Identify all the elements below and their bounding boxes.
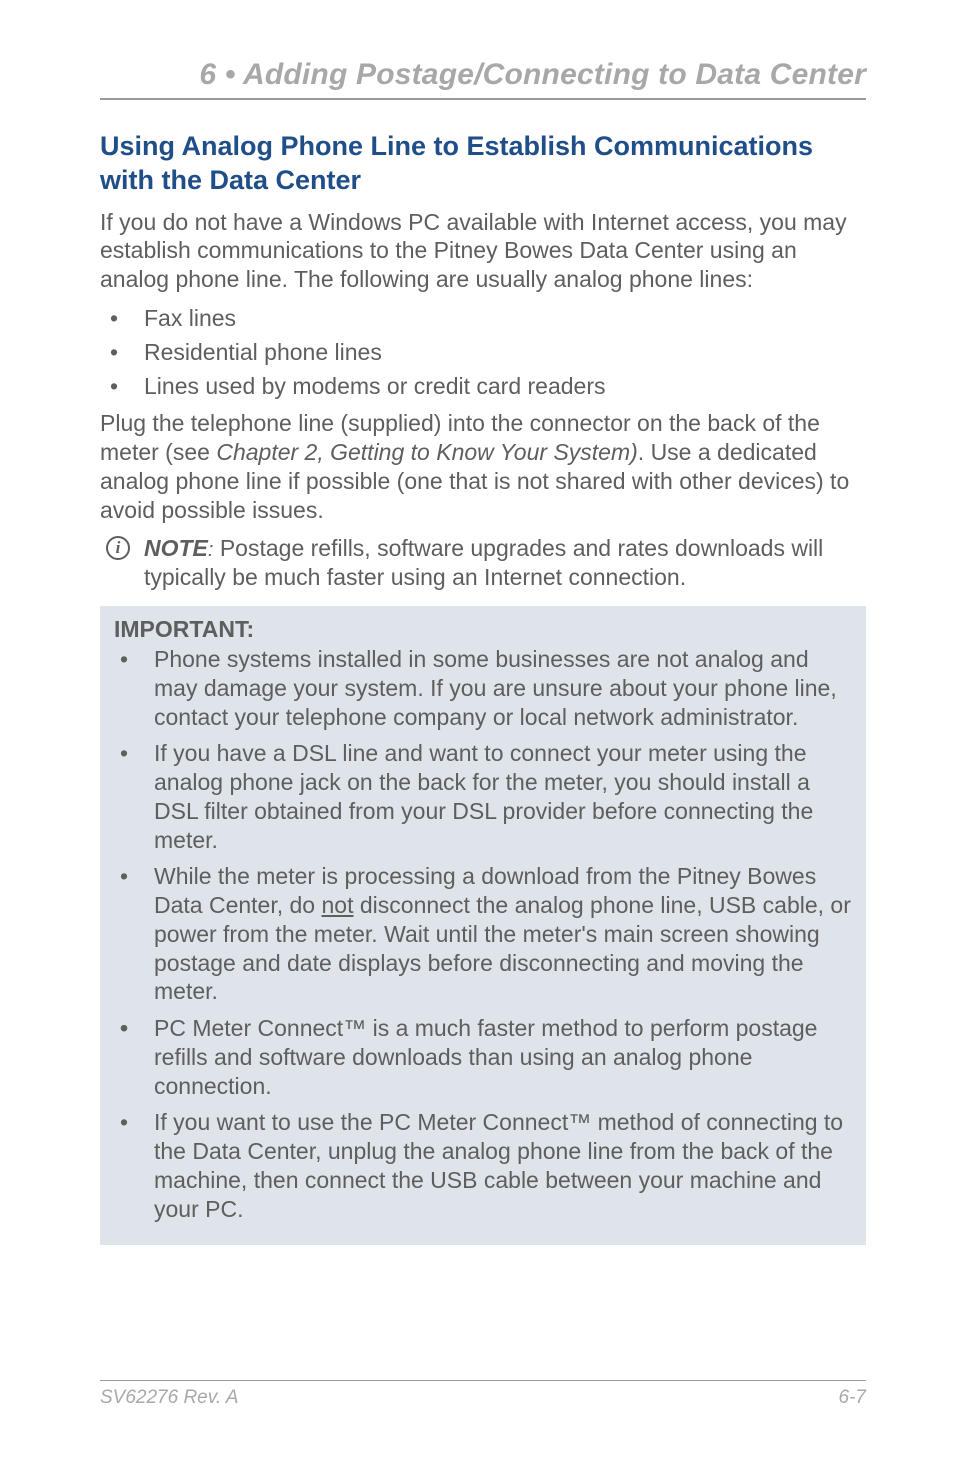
list-item: • PC Meter Connect™ is a much faster meth…	[114, 1014, 852, 1100]
analog-lines-list: • Fax lines • Residential phone lines • Lin…	[100, 304, 866, 402]
chapter-title: 6 • Adding Postage/Connecting to Data Ce…	[100, 58, 866, 92]
list-item-label: Fax lines	[144, 305, 236, 331]
list-item-label: While the meter is processing a download…	[154, 863, 851, 1004]
note-text: NOTE: Postage refills, software upgrades…	[144, 535, 823, 590]
note-block: i NOTE: Postage refills, software upgrad…	[100, 534, 866, 592]
bullet-dot: •	[110, 372, 118, 402]
important-heading: IMPORTANT:	[114, 616, 852, 643]
note-label: NOTE	[144, 535, 208, 561]
list-item-label: If you have a DSL line and want to conne…	[154, 740, 813, 852]
list-item-label: PC Meter Connect™ is a much faster metho…	[154, 1015, 817, 1099]
list-item: • Phone systems installed in some busines…	[114, 645, 852, 731]
chapter-reference: Chapter 2, Getting to Know Your System)	[216, 439, 637, 465]
bullet-dot: •	[120, 1014, 128, 1043]
list-item: • If you have a DSL line and want to conn…	[114, 739, 852, 854]
list-item: • Lines used by modems or credit card rea…	[100, 372, 866, 402]
plug-paragraph: Plug the telephone line (supplied) into …	[100, 409, 866, 524]
list-item: • While the meter is processing a downloa…	[114, 862, 852, 1006]
section-title: Using Analog Phone Line to Establish Com…	[100, 130, 866, 198]
note-body: Postage refills, software upgrades and r…	[144, 535, 823, 590]
important-box: IMPORTANT: • Phone systems installed in s…	[100, 606, 866, 1245]
bullet-dot: •	[110, 338, 118, 368]
list-item-label: If you want to use the PC Meter Connect™…	[154, 1109, 843, 1221]
bullet-dot: •	[120, 1108, 128, 1137]
list-item-label: Phone systems installed in some business…	[154, 646, 837, 730]
footer-doc-id: SV62276 Rev. A	[100, 1387, 238, 1409]
list-item: • Residential phone lines	[100, 338, 866, 368]
list-item-label: Lines used by modems or credit card read…	[144, 373, 606, 399]
footer-divider	[100, 1380, 866, 1381]
bullet-dot: •	[120, 862, 128, 891]
page-footer: SV62276 Rev. A 6-7	[100, 1380, 866, 1409]
important-list: • Phone systems installed in some busines…	[114, 645, 852, 1223]
info-icon: i	[106, 536, 130, 560]
bullet-dot: •	[110, 304, 118, 334]
bullet-dot: •	[120, 739, 128, 768]
header-divider	[100, 98, 866, 100]
list-item: • If you want to use the PC Meter Connect…	[114, 1108, 852, 1223]
bullet-dot: •	[120, 645, 128, 674]
footer-page-number: 6-7	[839, 1387, 866, 1409]
intro-paragraph: If you do not have a Windows PC availabl…	[100, 208, 866, 294]
item-underline: not	[322, 892, 354, 918]
list-item-label: Residential phone lines	[144, 339, 382, 365]
list-item: • Fax lines	[100, 304, 866, 334]
